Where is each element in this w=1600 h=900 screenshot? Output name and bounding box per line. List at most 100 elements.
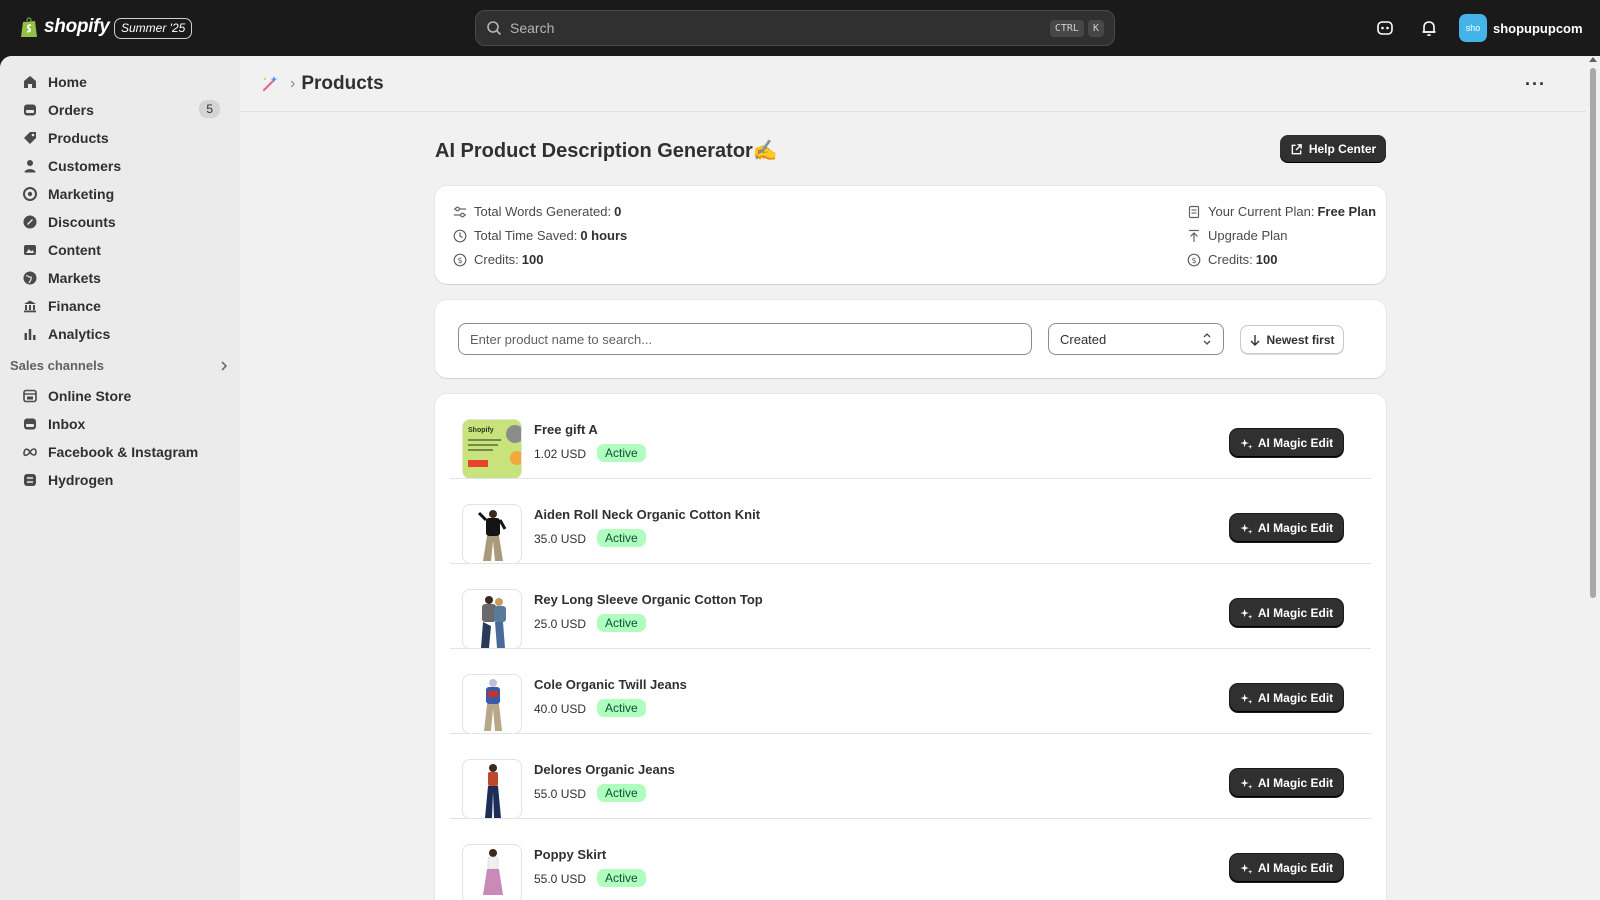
ai-magic-edit-button[interactable]: AI Magic Edit (1230, 429, 1343, 457)
product-price: 35.0 USD (534, 532, 587, 546)
orders-count-badge: 5 (199, 100, 220, 118)
model-image (483, 849, 503, 895)
sidebar-item-label: Marketing (48, 186, 115, 202)
receipt-icon (1188, 205, 1200, 218)
product-name[interactable]: Cole Organic Twill Jeans (534, 677, 687, 692)
product-price: 1.02 USD (534, 447, 587, 461)
ai-magic-edit-button[interactable]: AI Magic Edit (1230, 769, 1343, 797)
list-item[interactable]: Delores Organic Jeans 55.0 USD Active AI… (450, 734, 1371, 819)
ai-magic-edit-label: AI Magic Edit (1257, 861, 1334, 875)
orders-icon (24, 104, 36, 116)
top-bar: shopify Summer '25 Search CTRL K sho sho… (0, 0, 1600, 56)
upgrade-plan-link[interactable]: Upgrade Plan (1187, 228, 1288, 243)
ai-magic-edit-button[interactable]: AI Magic Edit (1230, 514, 1343, 542)
model-image (485, 764, 501, 818)
help-center-button[interactable]: Help Center (1280, 135, 1386, 163)
sidebar-item-products[interactable]: Products (12, 124, 228, 152)
inbox-icon (24, 418, 36, 430)
product-name[interactable]: Rey Long Sleeve Organic Cotton Top (534, 592, 763, 607)
edition-badge[interactable]: Summer '25 (114, 18, 193, 39)
product-name[interactable]: Delores Organic Jeans (534, 762, 675, 777)
global-search[interactable]: Search CTRL K (475, 10, 1115, 46)
list-item[interactable]: Poppy Skirt 55.0 USD Active AI Magic Edi… (450, 819, 1371, 900)
ai-magic-edit-label: AI Magic Edit (1257, 521, 1334, 535)
product-name[interactable]: Free gift A (534, 422, 598, 437)
status-badge: Active (597, 444, 646, 462)
sidebar-item-customers[interactable]: Customers (12, 152, 228, 180)
sidebar-item-label: Products (48, 130, 109, 146)
hydrogen-icon (24, 474, 36, 486)
sidebar-item-inbox[interactable]: Inbox (12, 410, 228, 438)
sidebar-item-markets[interactable]: Markets (12, 264, 228, 292)
shopify-bag-icon (21, 17, 37, 37)
product-search-input[interactable] (458, 323, 1032, 355)
meta-icon (23, 448, 37, 457)
ai-magic-edit-button[interactable]: AI Magic Edit (1230, 854, 1343, 882)
magic-wand-icon[interactable] (260, 74, 280, 94)
list-item[interactable]: Aiden Roll Neck Organic Cotton Knit 35.0… (450, 479, 1371, 564)
sidebar-item-orders[interactable]: Orders 5 (12, 96, 228, 124)
scroll-up-arrow[interactable] (1589, 57, 1597, 62)
globe-icon (23, 271, 37, 285)
ai-magic-edit-label: AI Magic Edit (1257, 691, 1334, 705)
stat-credits: $ Credits: 100 (453, 252, 544, 267)
sidebar-item-hydrogen[interactable]: Hydrogen (12, 466, 228, 494)
product-price: 55.0 USD (534, 787, 587, 801)
model-image (484, 679, 502, 731)
avatar: sho (1459, 14, 1487, 42)
help-center-label: Help Center (1308, 142, 1377, 156)
sidebar-item-label: Customers (48, 158, 122, 174)
ai-magic-edit-label: AI Magic Edit (1257, 776, 1334, 790)
sidebar-item-facebook-instagram[interactable]: Facebook & Instagram (12, 438, 228, 466)
external-link-icon (1291, 143, 1302, 154)
sort-order-button[interactable]: Newest first (1240, 325, 1344, 354)
more-actions-icon[interactable]: ··· (1525, 74, 1546, 95)
sales-channels-header[interactable]: Sales channels (10, 358, 230, 373)
sidebar-item-label: Facebook & Instagram (48, 444, 199, 460)
bar-chart-icon (24, 329, 36, 340)
shopify-logo[interactable]: shopify (20, 16, 110, 38)
arrow-down-icon (1250, 334, 1260, 346)
stat-credits2-value: 100 (1255, 252, 1278, 267)
stat-plan: Your Current Plan: Free Plan (1187, 204, 1376, 219)
svg-text:$: $ (1191, 256, 1196, 265)
page-scrollbar[interactable] (1586, 56, 1600, 900)
sidebar-item-label: Inbox (48, 416, 86, 432)
sidebar-item-discounts[interactable]: Discounts (12, 208, 228, 236)
list-item[interactable]: Rey Long Sleeve Organic Cotton Top 25.0 … (450, 564, 1371, 649)
chevron-right-icon (221, 360, 228, 371)
list-item[interactable]: Shopify Free gift A 1.02 USD Active AI M… (450, 394, 1371, 479)
sidebar-item-label: Home (48, 74, 87, 90)
stats-card: Total Words Generated: 0 Total Time Saved… (435, 186, 1386, 284)
ai-magic-edit-label: AI Magic Edit (1257, 436, 1334, 450)
sidebar-item-analytics[interactable]: Analytics (12, 320, 228, 348)
stat-time-value: 0 hours (580, 228, 628, 243)
ai-magic-edit-button[interactable]: AI Magic Edit (1230, 599, 1343, 627)
scroll-thumb[interactable] (1590, 68, 1596, 598)
ai-magic-edit-button[interactable]: AI Magic Edit (1230, 684, 1343, 712)
store-switcher[interactable]: sho shopupupcom (1459, 14, 1583, 42)
sidebar-item-finance[interactable]: Finance (12, 292, 228, 320)
sidebar-item-content[interactable]: Content (12, 236, 228, 264)
stat-time: Total Time Saved: 0 hours (453, 228, 627, 243)
product-name[interactable]: Poppy Skirt (534, 847, 606, 862)
app-title: AI Product Description Generator✍️ (435, 140, 778, 162)
gift-card-image: Shopify (463, 420, 521, 478)
sparkle-icon (1240, 438, 1253, 449)
list-item[interactable]: Cole Organic Twill Jeans 40.0 USD Active… (450, 649, 1371, 734)
home-icon (24, 76, 36, 88)
stat-words-value: 0 (614, 204, 622, 219)
sidebar-item-home[interactable]: Home (12, 68, 228, 96)
dollar-icon: $ (1187, 253, 1201, 266)
tag-icon (24, 132, 36, 144)
bell-icon[interactable] (1419, 18, 1439, 38)
product-name[interactable]: Aiden Roll Neck Organic Cotton Knit (534, 507, 760, 522)
sidebar-item-online-store[interactable]: Online Store (12, 382, 228, 410)
sort-field-select[interactable]: Created (1048, 323, 1224, 355)
sidebar-item-marketing[interactable]: Marketing (12, 180, 228, 208)
thumb-brand-text: Shopify (468, 427, 494, 434)
product-thumbnail (462, 589, 522, 649)
sidekick-icon[interactable] (1375, 18, 1395, 38)
content-icon (24, 245, 36, 255)
sales-channels-title: Sales channels (10, 358, 104, 373)
